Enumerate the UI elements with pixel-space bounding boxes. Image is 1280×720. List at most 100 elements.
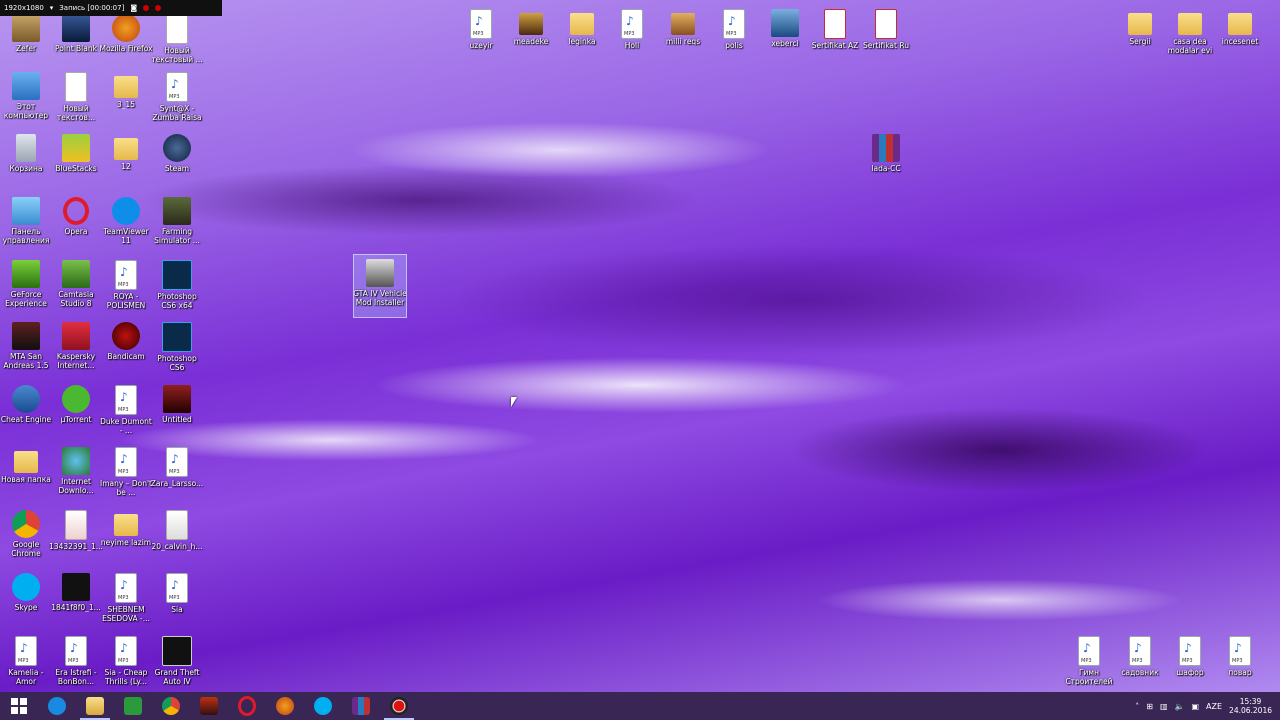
desktop-icon-xeberci[interactable]: xeberci	[759, 5, 811, 63]
desktop[interactable]: 1920x1080 ▾ Запись [00:00:07] ◙ Zefer Эт…	[0, 0, 1280, 692]
desktop-icon-gta-vehicle-mod-installer[interactable]: GTA IV Vehicle Mod Installer	[353, 254, 407, 318]
desktop-icon-meadeke[interactable]: meadeke	[505, 5, 557, 63]
windows-logo-icon[interactable]: ⊞	[1146, 702, 1153, 711]
desktop-icon-shebnem[interactable]: SHEBNEM ESEDOVA -...	[100, 569, 152, 627]
chrome-icon	[12, 510, 40, 538]
desktop-icon-steam[interactable]: Steam	[151, 130, 203, 188]
taskbar-winrar[interactable]	[342, 692, 380, 720]
taskbar-store[interactable]	[114, 692, 152, 720]
taskbar-skype[interactable]	[304, 692, 342, 720]
desktop-icon-synt[interactable]: Synt@X - Zumba Raisa	[151, 68, 203, 126]
desktop-icon-sertifikat-ru[interactable]: Sertifikat Ru	[860, 5, 912, 63]
mp3-file-icon	[65, 636, 87, 666]
taskbar-internet-explorer[interactable]	[38, 692, 76, 720]
desktop-icon-new-text2[interactable]: Новый текстов...	[50, 68, 102, 126]
chevron-down-icon[interactable]: ▾	[50, 4, 54, 12]
taskbar-game[interactable]	[190, 692, 228, 720]
desktop-icon-zara[interactable]: Zara_Larsso...	[151, 443, 203, 501]
taskbar: ˄ ⊞ ▥ 🔈 ▣ AZE 15:39 24.06.2016	[0, 692, 1280, 720]
network-icon[interactable]: ▥	[1160, 702, 1168, 711]
desktop-icon-photoshop[interactable]: Photoshop CS6	[151, 318, 203, 376]
desktop-icon-roya[interactable]: ROYA - POLISMEN	[100, 256, 152, 314]
desktop-icon-3-15[interactable]: 3_15	[100, 68, 152, 126]
desktop-icon-sia-cheap[interactable]: Sia - Cheap Thrills (Ly...	[100, 632, 152, 690]
desktop-icon-sadovnik[interactable]: садовник	[1114, 632, 1166, 690]
desktop-icon-12[interactable]: 12	[100, 130, 152, 188]
utorrent-icon	[62, 385, 90, 413]
desktop-icon-sia[interactable]: Sia	[151, 569, 203, 627]
desktop-icon-idm[interactable]: Internet Downlo...	[50, 443, 102, 501]
desktop-icon-lada-cc[interactable]: lada-CC	[860, 130, 912, 188]
desktop-icon-sertifikat-az[interactable]: Sertifikat AZ	[809, 5, 861, 63]
icon-label: Корзина	[9, 164, 43, 173]
desktop-icon-farming[interactable]: Farming Simulator ...	[151, 193, 203, 251]
desktop-icon-zefer[interactable]: Zefer	[0, 10, 52, 68]
desktop-icon-recycle-bin[interactable]: Корзина	[0, 130, 52, 188]
icon-label: Imany – Don't be ...	[100, 479, 152, 497]
desktop-icon-this-pc[interactable]: Этот компьютер	[0, 68, 52, 126]
desktop-icon-control-panel[interactable]: Панель управления	[0, 193, 52, 251]
desktop-icon-firefox[interactable]: Mozilla Firefox	[99, 10, 153, 68]
desktop-icon-holl[interactable]: Holl	[606, 5, 658, 63]
desktop-icon-gta4[interactable]: Grand Theft Auto IV	[151, 632, 203, 690]
chevron-up-icon[interactable]: ˄	[1135, 702, 1139, 711]
icon-label: Sia	[171, 605, 183, 614]
desktop-icon-new-folder[interactable]: Новая папка	[0, 443, 52, 501]
desktop-icon-leginka[interactable]: leginka	[556, 5, 608, 63]
desktop-icon-imany[interactable]: Imany – Don't be ...	[100, 443, 152, 501]
desktop-icon-geforce[interactable]: GeForce Experience	[0, 256, 52, 314]
desktop-icon-uzeyir[interactable]: uzeyir	[455, 5, 507, 63]
desktop-icon-era-istrefi[interactable]: Era Istrefi - BonBon...	[50, 632, 102, 690]
desktop-icon-polis[interactable]: polis	[708, 5, 760, 63]
desktop-icon-casa[interactable]: casa dea modalar evi	[1164, 5, 1216, 63]
icon-label: Zara_Larsso...	[150, 479, 204, 488]
desktop-icon-milli-reqs[interactable]: milli reqs	[657, 5, 709, 63]
desktop-icon-point-blank[interactable]: Point Blank	[50, 10, 102, 68]
desktop-icon-13432391[interactable]: 13432391_1...	[49, 506, 103, 564]
desktop-icon-bandicam[interactable]: Bandicam	[100, 318, 152, 376]
desktop-icon-duke[interactable]: Duke Dumont - ...	[100, 381, 152, 439]
desktop-icon-untitled[interactable]: Untitled	[151, 381, 203, 439]
camera-icon[interactable]: ◙	[130, 4, 137, 12]
desktop-icon-incesenet[interactable]: incesenet	[1214, 5, 1266, 63]
media-icon[interactable]: ▣	[1191, 702, 1199, 711]
desktop-icon-utorrent[interactable]: µTorrent	[50, 381, 102, 439]
desktop-icon-bluestacks[interactable]: BlueStacks	[50, 130, 102, 188]
desktop-icon-opera[interactable]: Opera	[50, 193, 102, 251]
taskbar-file-explorer[interactable]	[76, 692, 114, 720]
clock[interactable]: 15:39 24.06.2016	[1229, 697, 1272, 715]
desktop-icon-skype[interactable]: Skype	[0, 569, 52, 627]
desktop-icon-new-text1[interactable]: Новый текстовый ...	[151, 10, 203, 68]
taskbar-firefox[interactable]	[266, 692, 304, 720]
folder-icon	[114, 138, 138, 160]
desktop-icon-calvin[interactable]: 20_calvin_h...	[151, 506, 203, 564]
record-icon[interactable]	[143, 5, 150, 11]
taskbar-bandicam[interactable]	[380, 692, 418, 720]
desktop-icon-teamviewer[interactable]: TeamViewer 11	[100, 193, 152, 251]
desktop-icon-neyime-lazim[interactable]: neyime lazim	[100, 506, 152, 564]
desktop-icon-photoshop-x64[interactable]: Photoshop CS6 x64	[151, 256, 203, 314]
mp3-file-icon	[15, 636, 37, 666]
desktop-icon-povar[interactable]: повар	[1214, 632, 1266, 690]
start-button[interactable]	[0, 692, 38, 720]
desktop-icon-kaspersky[interactable]: Kaspersky Internet...	[50, 318, 102, 376]
desktop-icon-kamelia[interactable]: Kamelia - Amor	[0, 632, 52, 690]
desktop-icon-camtasia[interactable]: Camtasia Studio 8	[50, 256, 102, 314]
clock-time: 15:39	[1239, 697, 1262, 706]
desktop-icon-mta[interactable]: MTA San Andreas 1.5	[0, 318, 52, 376]
desktop-icon-shafor[interactable]: шафор	[1164, 632, 1216, 690]
icon-label: MTA San Andreas 1.5	[3, 352, 49, 370]
desktop-icon-gimn[interactable]: Гимн Строителей	[1063, 632, 1115, 690]
taskbar-opera[interactable]	[228, 692, 266, 720]
desktop-icon-chrome[interactable]: Google Chrome	[0, 506, 52, 564]
icon-label: Google Chrome	[11, 540, 41, 558]
language-indicator[interactable]: AZE	[1206, 702, 1222, 711]
stop-icon[interactable]	[155, 5, 162, 11]
icon-label: Mozilla Firefox	[99, 44, 153, 53]
mp3-file-icon	[115, 573, 137, 603]
taskbar-chrome[interactable]	[152, 692, 190, 720]
desktop-icon-1841f8f0[interactable]: 1841f8f0_1...	[50, 569, 102, 627]
desktop-icon-cheat-engine[interactable]: Cheat Engine	[0, 381, 52, 439]
volume-icon[interactable]: 🔈	[1175, 702, 1185, 711]
desktop-icon-sergii[interactable]: Sergii	[1114, 5, 1166, 63]
